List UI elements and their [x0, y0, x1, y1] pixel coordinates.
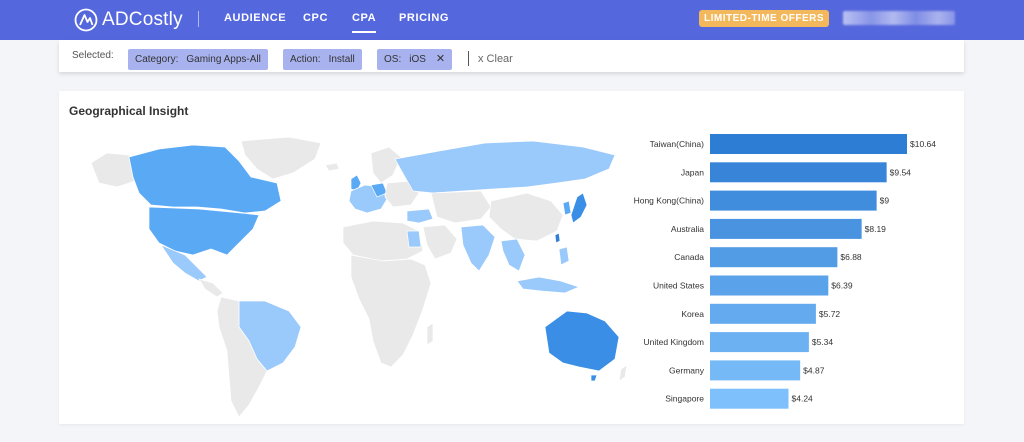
bar-value-label: $5.72	[819, 309, 841, 319]
map-region-central-america[interactable]	[198, 278, 224, 298]
chip-value: Install	[328, 54, 355, 65]
map-region-egypt[interactable]	[406, 230, 422, 248]
map-region-africa[interactable]	[350, 254, 432, 368]
logo-text: ADCostly	[102, 9, 183, 30]
bar-australia[interactable]	[710, 218, 862, 239]
bar-category-label: Germany	[669, 365, 705, 375]
bar-value-label: $6.39	[831, 281, 853, 291]
chip-key: Category:	[135, 54, 179, 65]
bar-germany[interactable]	[710, 360, 801, 381]
map-region-china[interactable]	[488, 192, 564, 242]
bar-value-label: $5.34	[812, 337, 834, 347]
map-region-scandinavia[interactable]	[370, 146, 402, 184]
selected-label: Selected:	[72, 50, 114, 61]
bar-united-states[interactable]	[710, 275, 829, 296]
world-map	[90, 136, 628, 418]
top-navigation-bar: ADCostly AUDIENCE CPC CPA PRICING LIMITE…	[0, 0, 1024, 40]
map-region-central-asia[interactable]	[430, 190, 492, 224]
bar-category-label: Taiwan(China)	[650, 139, 704, 149]
bar-value-label: $9	[880, 196, 890, 206]
map-region-greenland[interactable]	[240, 136, 322, 180]
map-region-arabia[interactable]	[422, 224, 458, 260]
bar-united-kingdom[interactable]	[710, 332, 809, 353]
map-region-australia[interactable]	[544, 310, 620, 372]
bar-taiwan-china[interactable]	[710, 134, 907, 154]
chip-value: Gaming Apps-All	[186, 54, 261, 65]
bar-category-label: Korea	[681, 309, 704, 319]
bar-category-label: Singapore	[665, 394, 704, 404]
bar-category-label: Japan	[681, 167, 704, 177]
filter-chip-category[interactable]: Category: Gaming Apps-All	[128, 49, 268, 70]
bar-canada[interactable]	[710, 247, 838, 268]
chip-value: iOS	[409, 54, 426, 65]
map-region-new-zealand[interactable]	[618, 364, 628, 382]
map-region-iceland[interactable]	[324, 162, 340, 172]
bar-category-label: Canada	[674, 252, 704, 262]
clear-separator	[468, 51, 469, 66]
map-region-tasmania[interactable]	[590, 374, 598, 382]
map-region-japan[interactable]	[570, 192, 588, 224]
bar-category-label: United Kingdom	[644, 337, 704, 347]
filter-chip-os[interactable]: OS: iOS ✕	[377, 49, 453, 70]
map-region-southeast-asia[interactable]	[500, 238, 526, 272]
map-region-korea[interactable]	[562, 200, 572, 216]
map-region-philippines[interactable]	[558, 246, 570, 266]
map-region-russia[interactable]	[394, 140, 616, 194]
bar-hong-kong-china[interactable]	[710, 190, 877, 211]
map-region-taiwan[interactable]	[554, 232, 561, 244]
nav-cpa[interactable]: CPA	[352, 12, 377, 33]
clear-filters-button[interactable]: x Clear	[478, 53, 513, 65]
map-region-india[interactable]	[460, 224, 496, 272]
selected-filters-bar: Selected: Category: Gaming Apps-All Actio…	[59, 40, 964, 72]
bar-singapore[interactable]	[710, 388, 789, 409]
logo[interactable]: ADCostly	[74, 8, 183, 32]
bar-korea[interactable]	[710, 303, 816, 324]
geographical-insight-card: Geographical Insight Taiwan(China) $10.6…	[59, 91, 964, 424]
bar-category-label: United States	[653, 281, 704, 291]
nav-audience[interactable]: AUDIENCE	[224, 12, 286, 24]
bar-value-label: $9.54	[890, 167, 912, 177]
nav-pricing[interactable]: PRICING	[399, 12, 449, 24]
map-region-indonesia[interactable]	[516, 276, 580, 294]
bar-category-label: Hong Kong(China)	[634, 196, 705, 206]
chip-key: OS:	[384, 54, 402, 65]
map-region-madagascar[interactable]	[426, 322, 434, 346]
filter-chip-action[interactable]: Action: Install	[283, 49, 362, 70]
limited-time-offers-button[interactable]: LIMITED-TIME OFFERS	[699, 10, 830, 27]
map-region-middle-east[interactable]	[406, 208, 434, 224]
user-account-menu[interactable]	[843, 11, 955, 25]
bar-value-label: $4.24	[792, 394, 814, 404]
bar-value-label: $6.88	[840, 252, 862, 262]
logo-icon	[74, 8, 98, 32]
bar-value-label: $8.19	[865, 224, 887, 234]
bar-category-label: Australia	[671, 224, 704, 234]
remove-filter-icon[interactable]: ✕	[436, 53, 445, 65]
bar-japan[interactable]	[710, 162, 887, 183]
section-title: Geographical Insight	[69, 104, 189, 118]
chip-key: Action:	[290, 54, 321, 65]
nav-separator	[198, 11, 199, 27]
bar-value-label: $10.64	[910, 139, 936, 149]
bar-value-label: $4.87	[803, 365, 825, 375]
nav-cpc[interactable]: CPC	[303, 12, 328, 24]
